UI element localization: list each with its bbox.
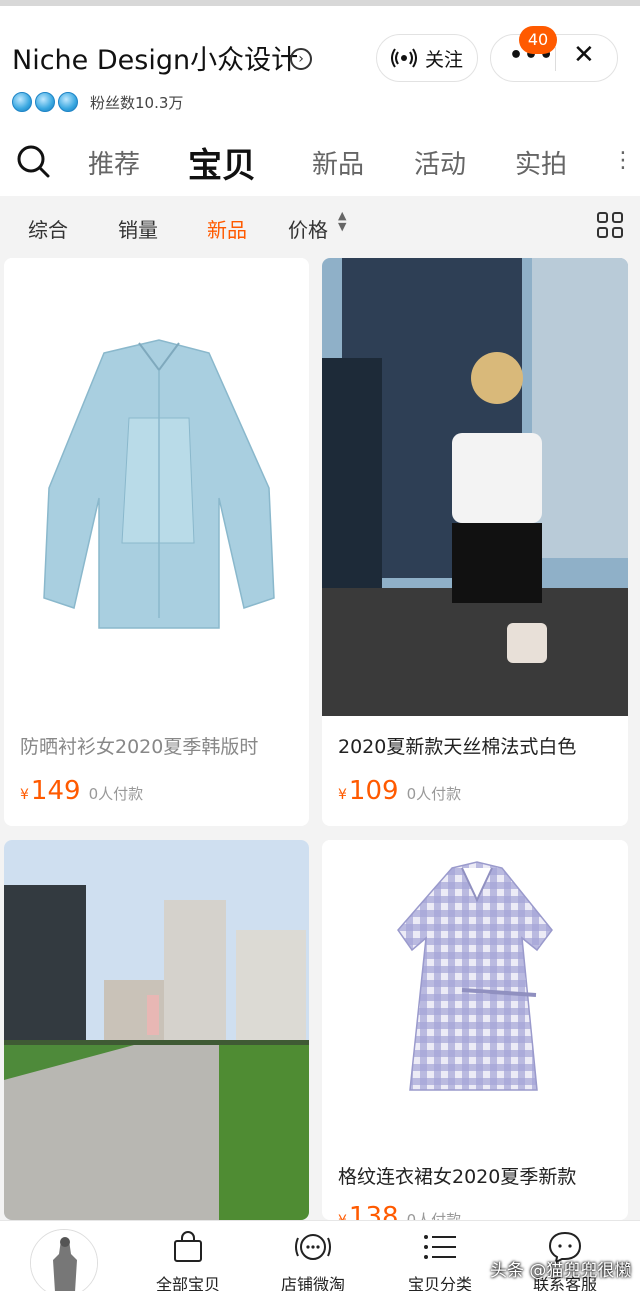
nav-shop-feed[interactable]: 店铺微淘 <box>263 1229 363 1291</box>
shop-header: Niche Design小众设计 › 粉丝数10.3万 关注 ••• ✕ 40 … <box>0 6 640 196</box>
product-card[interactable]: 防晒衬衫女2020夏季韩版时 ¥149 0人付款 <box>4 258 309 826</box>
watermark-text: 头条 @猫兜兜很懒 <box>490 1261 632 1281</box>
price-value: 138 <box>348 1202 399 1220</box>
product-image <box>4 258 309 718</box>
product-image <box>322 840 628 1140</box>
sort-overall[interactable]: 综合 <box>28 214 68 243</box>
product-card[interactable]: 2020夏新款天丝棉法式白色 ¥109 0人付款 <box>322 258 628 826</box>
nav-all-items[interactable]: 全部宝贝 <box>138 1229 238 1291</box>
paid-count: 0人付款 <box>406 785 462 803</box>
product-image <box>4 840 309 1220</box>
grid-view-icon[interactable] <box>597 212 623 238</box>
sort-arrows-icon: ▲ ▼ <box>338 209 347 233</box>
tabs-more-indicator[interactable]: ⋮ <box>612 148 634 173</box>
product-price: ¥138 0人付款 <box>338 1202 461 1220</box>
product-card[interactable]: 格纹连衣裙女2020夏季新款 ¥138 0人付款 <box>322 840 628 1220</box>
shop-level-badges <box>12 92 78 112</box>
shop-name[interactable]: Niche Design小众设计 <box>12 38 298 77</box>
close-icon[interactable]: ✕ <box>573 40 595 70</box>
fans-count: 粉丝数10.3万 <box>90 94 184 112</box>
shop-logo-avatar[interactable] <box>30 1229 98 1291</box>
currency-symbol: ¥ <box>338 1213 347 1220</box>
tab-items[interactable]: 宝贝 <box>188 138 256 187</box>
price-value: 109 <box>348 776 399 806</box>
tab-activity[interactable]: 活动 <box>414 144 466 181</box>
tab-photos[interactable]: 实拍 <box>515 144 567 181</box>
tab-new[interactable]: 新品 <box>312 144 364 181</box>
product-price: ¥149 0人付款 <box>20 776 143 806</box>
paid-count: 0人付款 <box>88 785 144 803</box>
paid-count: 0人付款 <box>406 1211 462 1220</box>
nav-label: 店铺微淘 <box>280 1275 345 1291</box>
list-icon <box>424 1235 456 1259</box>
diamond-badge-icon <box>12 92 32 112</box>
sort-sales[interactable]: 销量 <box>118 214 158 243</box>
diamond-badge-icon <box>58 92 78 112</box>
sort-price[interactable]: 价格 <box>288 214 328 243</box>
chevron-right-icon[interactable]: › <box>290 48 312 70</box>
nav-label: 宝贝分类 <box>407 1275 472 1291</box>
diamond-badge-icon <box>35 92 55 112</box>
product-title: 防晒衬衫女2020夏季韩版时 <box>20 736 259 758</box>
tab-recommend[interactable]: 推荐 <box>88 144 140 181</box>
capsule-divider <box>555 47 556 71</box>
product-image <box>322 258 628 716</box>
sort-bar: 综合 销量 新品 价格 ▲ ▼ <box>0 196 640 254</box>
broadcast-icon <box>390 48 417 68</box>
product-card[interactable] <box>4 840 309 1220</box>
nav-categories[interactable]: 宝贝分类 <box>390 1229 490 1291</box>
sort-new[interactable]: 新品 <box>207 214 247 243</box>
shop-tabs: 推荐 宝贝 新品 活动 实拍 ⋮ <box>0 134 640 190</box>
bag-icon <box>174 1231 202 1262</box>
product-price: ¥109 0人付款 <box>338 776 461 806</box>
price-value: 149 <box>30 776 81 806</box>
currency-symbol: ¥ <box>338 787 347 803</box>
follow-label: 关注 <box>424 48 463 71</box>
currency-symbol: ¥ <box>20 787 29 803</box>
product-title: 格纹连衣裙女2020夏季新款 <box>338 1166 577 1188</box>
search-icon[interactable] <box>16 144 50 178</box>
follow-button[interactable]: 关注 <box>376 34 478 82</box>
nav-label: 全部宝贝 <box>155 1275 220 1291</box>
broadcast-icon <box>295 1234 331 1260</box>
product-title: 2020夏新款天丝棉法式白色 <box>338 736 577 758</box>
notification-badge: 40 <box>519 26 557 54</box>
